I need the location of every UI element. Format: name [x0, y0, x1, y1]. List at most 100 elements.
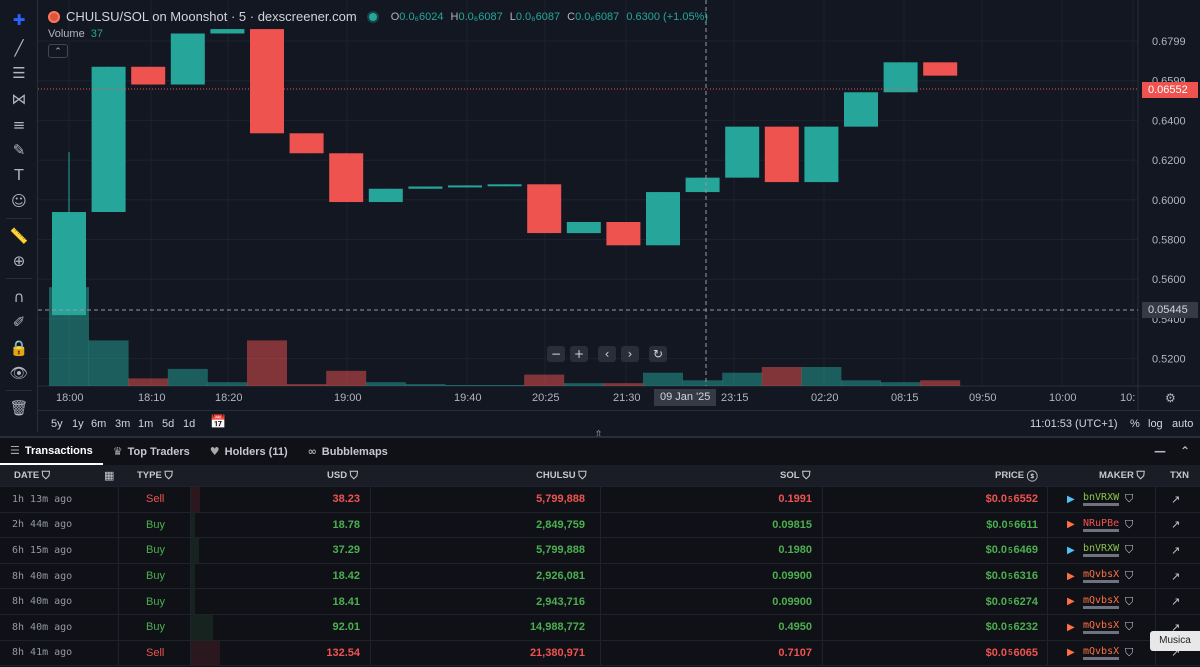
- filter-icon[interactable]: ⛉: [350, 469, 358, 483]
- musica-widget[interactable]: Musica: [1150, 631, 1200, 651]
- ruler-icon[interactable]: 📏: [7, 224, 31, 248]
- zoom-in-button[interactable]: +: [570, 346, 588, 362]
- column-divider: [370, 589, 371, 614]
- range-1m[interactable]: 1m: [138, 418, 153, 430]
- text-tool-icon[interactable]: T: [7, 163, 31, 187]
- collapse-legend-button[interactable]: ⌃: [48, 44, 68, 58]
- horizontal-lines-icon[interactable]: ☰: [7, 61, 31, 85]
- lock-drawings-icon[interactable]: ✐: [7, 310, 31, 334]
- type-header[interactable]: TYPE ⛉: [137, 465, 173, 486]
- pitchfork-icon[interactable]: ⋈: [7, 87, 31, 111]
- currency-toggle-icon[interactable]: ⓢ: [1027, 468, 1038, 484]
- lock-icon[interactable]: 🔒: [7, 336, 31, 360]
- range-6m[interactable]: 6m: [91, 418, 106, 430]
- filter-maker-icon[interactable]: ⛉: [1125, 615, 1133, 640]
- filter-icon[interactable]: ⛉: [1136, 469, 1144, 483]
- volume-bar: [722, 372, 763, 386]
- tab-holders[interactable]: ♥ Holders (11): [200, 438, 298, 465]
- tab-top-traders[interactable]: ♛ Top Traders: [103, 438, 200, 465]
- sol-header[interactable]: SOL ⛉: [780, 465, 810, 486]
- external-link-icon[interactable]: ↗: [1171, 564, 1180, 589]
- auto-toggle[interactable]: auto: [1172, 418, 1193, 430]
- price-digits: 6274: [1013, 595, 1038, 608]
- usd-cell: 38.23: [332, 493, 360, 506]
- minimize-panel-icon[interactable]: —: [1154, 444, 1166, 458]
- chart-pane[interactable]: 0.67990.65990.64000.62000.60000.58000.56…: [38, 0, 1200, 410]
- filter-maker-icon[interactable]: ⛉: [1125, 589, 1133, 614]
- expand-panel-icon[interactable]: ⌃: [1180, 444, 1190, 458]
- trendline-icon[interactable]: ╱: [7, 36, 31, 60]
- price-zeros: 5: [1008, 520, 1014, 530]
- filter-icon[interactable]: ⛉: [42, 469, 50, 483]
- clock[interactable]: 11:01:53 (UTC+1): [1030, 418, 1118, 430]
- trash-icon[interactable]: 🗑: [7, 396, 31, 420]
- candle-body: [923, 62, 958, 76]
- percent-toggle[interactable]: %: [1130, 418, 1140, 430]
- external-link-icon[interactable]: ↗: [1171, 513, 1180, 538]
- maker-cell[interactable]: NRuPBe: [1083, 513, 1120, 538]
- table-row[interactable]: 8h 40m ago Buy 18.41 2,943,716 0.09900 $0.0 5 6…: [0, 589, 1200, 615]
- maker-header[interactable]: MAKER ⛉: [1099, 465, 1145, 486]
- transactions-panel: ☰ Transactions ♛ Top Traders ♥ Holders (…: [0, 436, 1200, 667]
- date-range-icon[interactable]: 📅: [210, 415, 226, 430]
- type-cell: Buy: [146, 518, 165, 531]
- zoom-in-icon[interactable]: ⊕: [7, 249, 31, 273]
- reset-chart-button[interactable]: ↻: [649, 346, 667, 362]
- tab-bubblemaps[interactable]: ∞ Bubblemaps: [298, 438, 398, 465]
- table-row[interactable]: 8h 41m ago Sell 132.54 21,380,971 0.7107 $0.0…: [0, 640, 1200, 667]
- filter-maker-icon[interactable]: ⛉: [1125, 538, 1133, 563]
- tab-transactions[interactable]: ☰ Transactions: [0, 438, 103, 465]
- column-divider: [370, 563, 371, 589]
- table-row[interactable]: 1h 13m ago Sell 38.23 5,799,888 0.1991 $0.0 5 6…: [0, 487, 1200, 513]
- filter-maker-icon[interactable]: ⛉: [1125, 641, 1133, 666]
- eye-icon[interactable]: 👁: [7, 361, 31, 385]
- settings-gear-icon: ⚙: [1165, 391, 1176, 405]
- magnet-icon[interactable]: ∩: [7, 285, 31, 309]
- maker-cell[interactable]: mQvbsX: [1083, 564, 1120, 589]
- maker-badge-icon: ▶: [1067, 493, 1075, 505]
- token-header[interactable]: CHULSU ⛉: [536, 465, 586, 486]
- crosshair-icon[interactable]: ✚: [7, 8, 31, 32]
- maker-cell[interactable]: mQvbsX: [1083, 589, 1120, 614]
- filter-icon[interactable]: ⛉: [164, 469, 172, 483]
- range-5y[interactable]: 5y: [51, 418, 63, 430]
- price-header[interactable]: PRICE ⓢ: [995, 465, 1038, 486]
- maker-cell[interactable]: bnVRXW: [1083, 538, 1120, 563]
- filter-maker-icon[interactable]: ⛉: [1125, 564, 1133, 589]
- calendar-icon[interactable]: ▦: [104, 465, 114, 486]
- token-cell: 21,380,971: [529, 646, 585, 659]
- scroll-right-button[interactable]: ›: [621, 346, 639, 362]
- table-row[interactable]: 8h 40m ago Buy 92.01 14,988,772 0.4950 $0.0 5 6…: [0, 615, 1200, 641]
- external-link-icon[interactable]: ↗: [1171, 538, 1180, 563]
- fib-retracement-icon[interactable]: ≡: [7, 113, 31, 137]
- range-1d[interactable]: 1d: [183, 418, 195, 430]
- sol-cell: 0.09815: [772, 518, 812, 531]
- maker-cell[interactable]: bnVRXW: [1083, 487, 1120, 512]
- range-1y[interactable]: 1y: [72, 418, 84, 430]
- emoji-icon[interactable]: ☺: [7, 189, 31, 213]
- range-3m[interactable]: 3m: [115, 418, 130, 430]
- zoom-out-button[interactable]: −: [547, 346, 565, 362]
- filter-icon[interactable]: ⛉: [802, 469, 810, 483]
- table-row[interactable]: 2h 44m ago Buy 18.78 2,849,759 0.09815 $0.0 5 6…: [0, 512, 1200, 539]
- brush-icon[interactable]: ✎: [7, 138, 31, 162]
- date-header[interactable]: DATE ⛉: [14, 465, 50, 486]
- maker-cell[interactable]: mQvbsX: [1083, 615, 1120, 640]
- scroll-left-button[interactable]: ‹: [598, 346, 616, 362]
- column-divider: [1155, 563, 1156, 589]
- maker-cell[interactable]: mQvbsX: [1083, 641, 1120, 666]
- price-prefix: $0.0: [986, 518, 1008, 531]
- column-divider: [1047, 589, 1048, 614]
- filter-maker-icon[interactable]: ⛉: [1125, 487, 1133, 512]
- price-chart[interactable]: 0.67990.65990.64000.62000.60000.58000.56…: [38, 0, 1200, 410]
- close-key: C: [567, 10, 576, 23]
- table-row[interactable]: 6h 15m ago Buy 37.29 5,799,888 0.1980 $0.0 5 64…: [0, 538, 1200, 564]
- log-toggle[interactable]: log: [1148, 418, 1163, 430]
- external-link-icon[interactable]: ↗: [1171, 487, 1180, 512]
- filter-maker-icon[interactable]: ⛉: [1125, 513, 1133, 538]
- range-5d[interactable]: 5d: [162, 418, 174, 430]
- usd-header[interactable]: USD ⛉: [327, 465, 358, 486]
- external-link-icon[interactable]: ↗: [1171, 589, 1180, 614]
- table-row[interactable]: 8h 40m ago Buy 18.42 2,926,081 0.09900 $0.0 5 6…: [0, 563, 1200, 590]
- filter-icon[interactable]: ⛉: [578, 469, 586, 483]
